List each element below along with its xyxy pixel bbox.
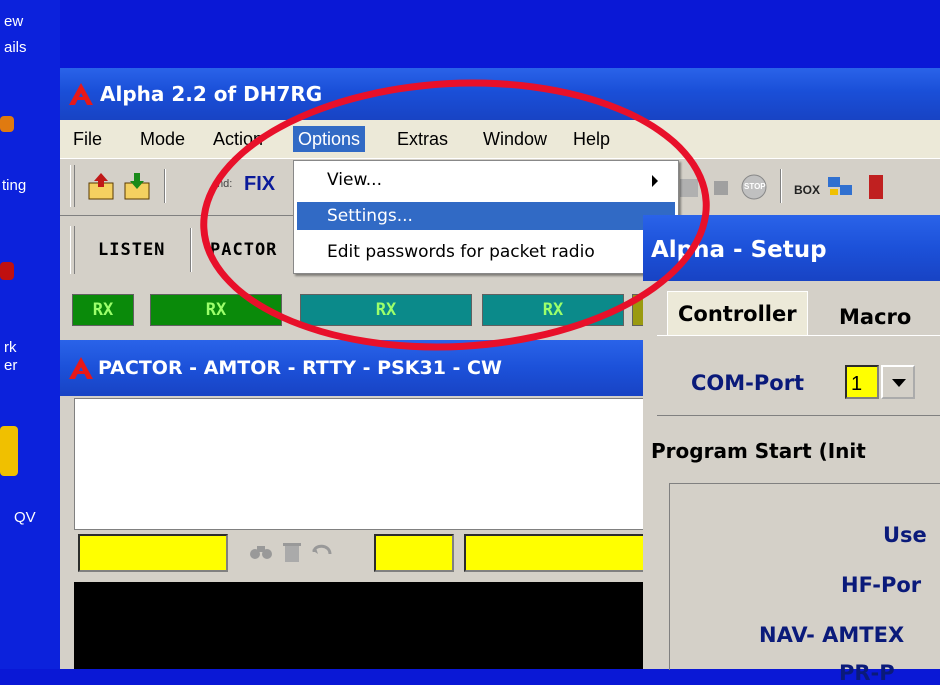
binoculars-icon[interactable]: [248, 540, 274, 564]
alpha-logo-icon: [69, 357, 93, 379]
desktop-icon-label[interactable]: ew: [4, 14, 23, 30]
menu-file[interactable]: File: [68, 126, 107, 152]
toolbar-grip[interactable]: [70, 165, 75, 207]
field-label-pr-port: PR-P: [839, 661, 895, 685]
tab-divider: [657, 335, 940, 336]
desktop-icon-label[interactable]: ting: [2, 178, 26, 194]
options-dropdown-menu: View... Settings... Edit passwords for p…: [293, 160, 679, 274]
menu-item-edit-passwords[interactable]: Edit passwords for packet radio: [297, 238, 675, 266]
radio-device-icon[interactable]: [866, 173, 886, 201]
menu-item-settings[interactable]: Settings...: [297, 202, 675, 230]
submenu-arrow-icon: [652, 175, 658, 187]
callsign-field[interactable]: [78, 534, 228, 572]
settings-tool-icon[interactable]: [708, 175, 734, 201]
toolbar-separator: [190, 228, 192, 272]
main-window-title: Alpha 2.2 of DH7RG: [100, 82, 323, 106]
transmit-text-area[interactable]: [74, 582, 660, 669]
input-field-3[interactable]: [464, 534, 648, 572]
upload-mail-icon[interactable]: [86, 171, 116, 201]
field-label-user: Use: [883, 523, 927, 547]
main-title-bar[interactable]: Alpha 2.2 of DH7RG: [60, 68, 940, 120]
section-divider: [657, 415, 940, 416]
undo-arrow-icon[interactable]: [310, 540, 334, 564]
toolbar-grip[interactable]: [70, 226, 75, 274]
toolbar-separator: [164, 169, 166, 203]
desktop-app-icon[interactable]: [0, 262, 14, 280]
com-port-select[interactable]: 1: [845, 365, 879, 399]
desktop-icon-label[interactable]: rk: [4, 340, 17, 356]
desktop-icon-label[interactable]: ails: [4, 40, 27, 56]
network-computers-icon[interactable]: [826, 173, 856, 201]
rx-indicator[interactable]: RX: [72, 294, 134, 326]
rx-indicator[interactable]: RX: [482, 294, 624, 326]
menu-mode[interactable]: Mode: [135, 126, 190, 152]
setup-title-bar[interactable]: Alpha - Setup: [643, 215, 940, 281]
menu-help[interactable]: Help: [568, 126, 615, 152]
stop-label: STOP: [744, 182, 766, 191]
pactor-terminal-window: PACTOR - AMTOR - RTTY - PSK31 - CW: [60, 340, 662, 669]
menu-extras[interactable]: Extras: [392, 126, 453, 152]
menu-options[interactable]: Options: [293, 126, 366, 152]
field-label-nav-amtex: NAV- AMTEX: [759, 623, 905, 647]
field-label-hf-port: HF-Por: [841, 573, 922, 597]
listen-button[interactable]: LISTEN: [98, 240, 165, 260]
desktop-icon-label[interactable]: er: [4, 358, 17, 374]
rx-indicator[interactable]: RX: [150, 294, 282, 326]
tab-macro[interactable]: Macro: [829, 295, 921, 339]
menu-item-view[interactable]: View...: [297, 166, 675, 194]
program-start-label: Program Start (Init: [651, 439, 866, 463]
command-label: md:: [214, 178, 233, 190]
com-port-label: COM-Port: [691, 371, 805, 395]
setup-dialog: Alpha - Setup Controller Macro COM-Port …: [643, 215, 940, 685]
chevron-down-icon: [892, 379, 906, 387]
pactor-button[interactable]: PACTOR: [210, 240, 277, 260]
toolbar-separator: [780, 169, 782, 203]
input-field-2[interactable]: [374, 534, 454, 572]
menu-action[interactable]: Action: [208, 126, 268, 152]
desktop-app-icon[interactable]: [0, 426, 18, 476]
fix-button[interactable]: FIX: [244, 173, 275, 196]
tab-controller[interactable]: Controller: [667, 291, 808, 336]
tool-icon[interactable]: [676, 175, 702, 201]
rx-indicator[interactable]: RX: [300, 294, 472, 326]
menu-window[interactable]: Window: [478, 126, 552, 152]
pactor-title-bar[interactable]: PACTOR - AMTOR - RTTY - PSK31 - CW: [60, 340, 660, 396]
pactor-window-title: PACTOR - AMTOR - RTTY - PSK31 - CW: [98, 357, 502, 379]
receive-text-area[interactable]: [74, 398, 662, 530]
box-icon-label[interactable]: BOX: [794, 183, 820, 197]
setup-dialog-title: Alpha - Setup: [651, 237, 827, 263]
alpha-logo-icon: [69, 83, 93, 105]
desktop-icon-label[interactable]: QV: [14, 510, 36, 526]
menu-bar: File Mode Action Options Extras Window H…: [60, 120, 940, 158]
trash-icon[interactable]: [280, 540, 304, 564]
desktop-icons-strip: ew ails ting rk er QV: [0, 0, 60, 669]
desktop-app-icon[interactable]: [0, 116, 14, 132]
com-port-dropdown-button[interactable]: [881, 365, 915, 399]
download-mail-icon[interactable]: [122, 171, 152, 201]
